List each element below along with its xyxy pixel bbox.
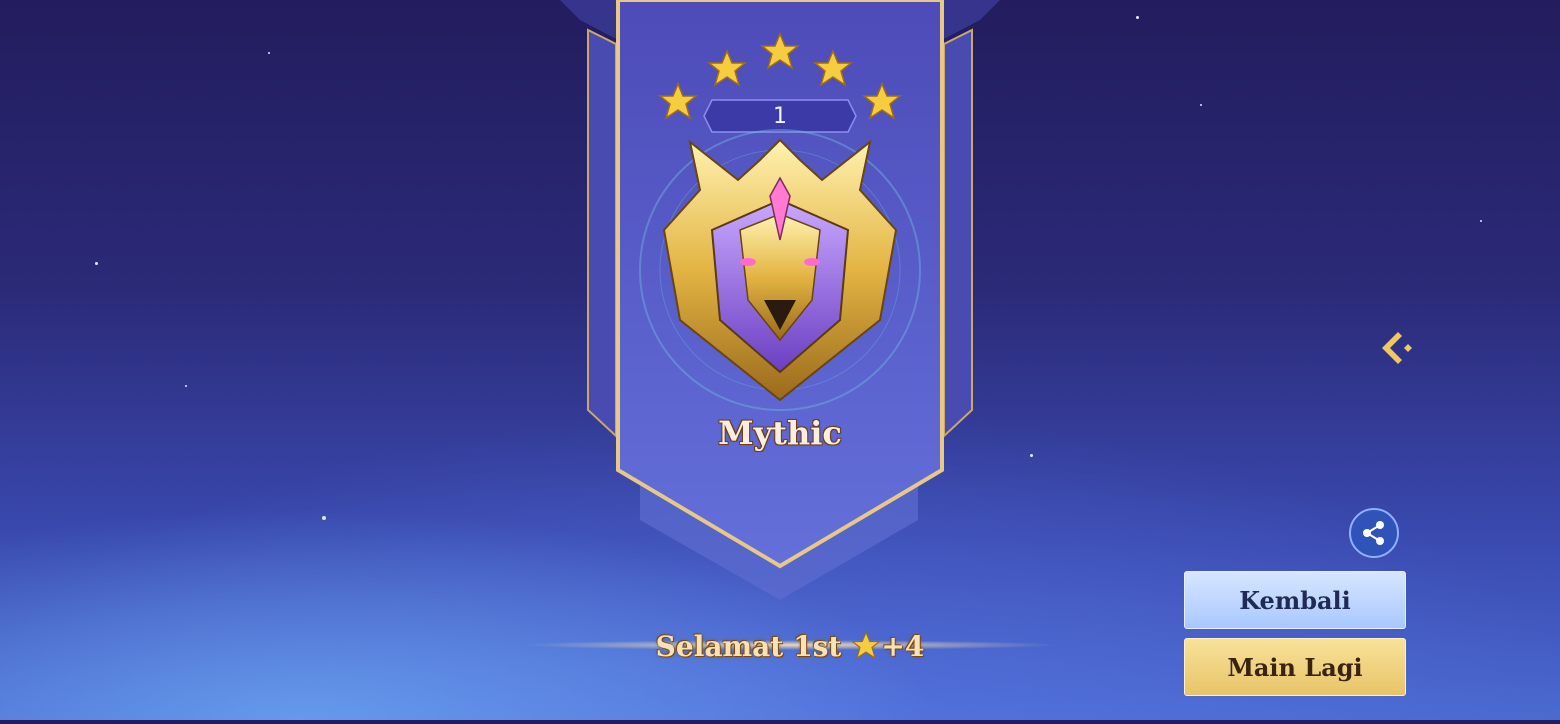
star-gain: +4: [851, 630, 924, 663]
star-icon: [761, 33, 799, 69]
star-gain-value: +4: [881, 629, 925, 663]
rank-name: Mythic: [718, 414, 842, 452]
back-arrow-button[interactable]: [1372, 324, 1420, 372]
share-icon: [1363, 521, 1384, 545]
share-button[interactable]: [1349, 508, 1399, 558]
play-again-button[interactable]: Main Lagi: [1184, 638, 1406, 696]
back-button[interactable]: Kembali: [1184, 571, 1406, 629]
star-icon: [708, 50, 746, 86]
rank-level: 1: [773, 103, 787, 129]
star-icon: [863, 83, 901, 119]
star-icon: [851, 631, 882, 660]
result-message: Selamat 1st +4: [560, 626, 1020, 666]
star-icon: [814, 50, 852, 86]
star-icon: [659, 83, 697, 119]
placement-text: 1st: [793, 629, 842, 663]
back-arrow-icon: [1382, 332, 1412, 364]
congrats-text: Selamat: [655, 629, 784, 663]
